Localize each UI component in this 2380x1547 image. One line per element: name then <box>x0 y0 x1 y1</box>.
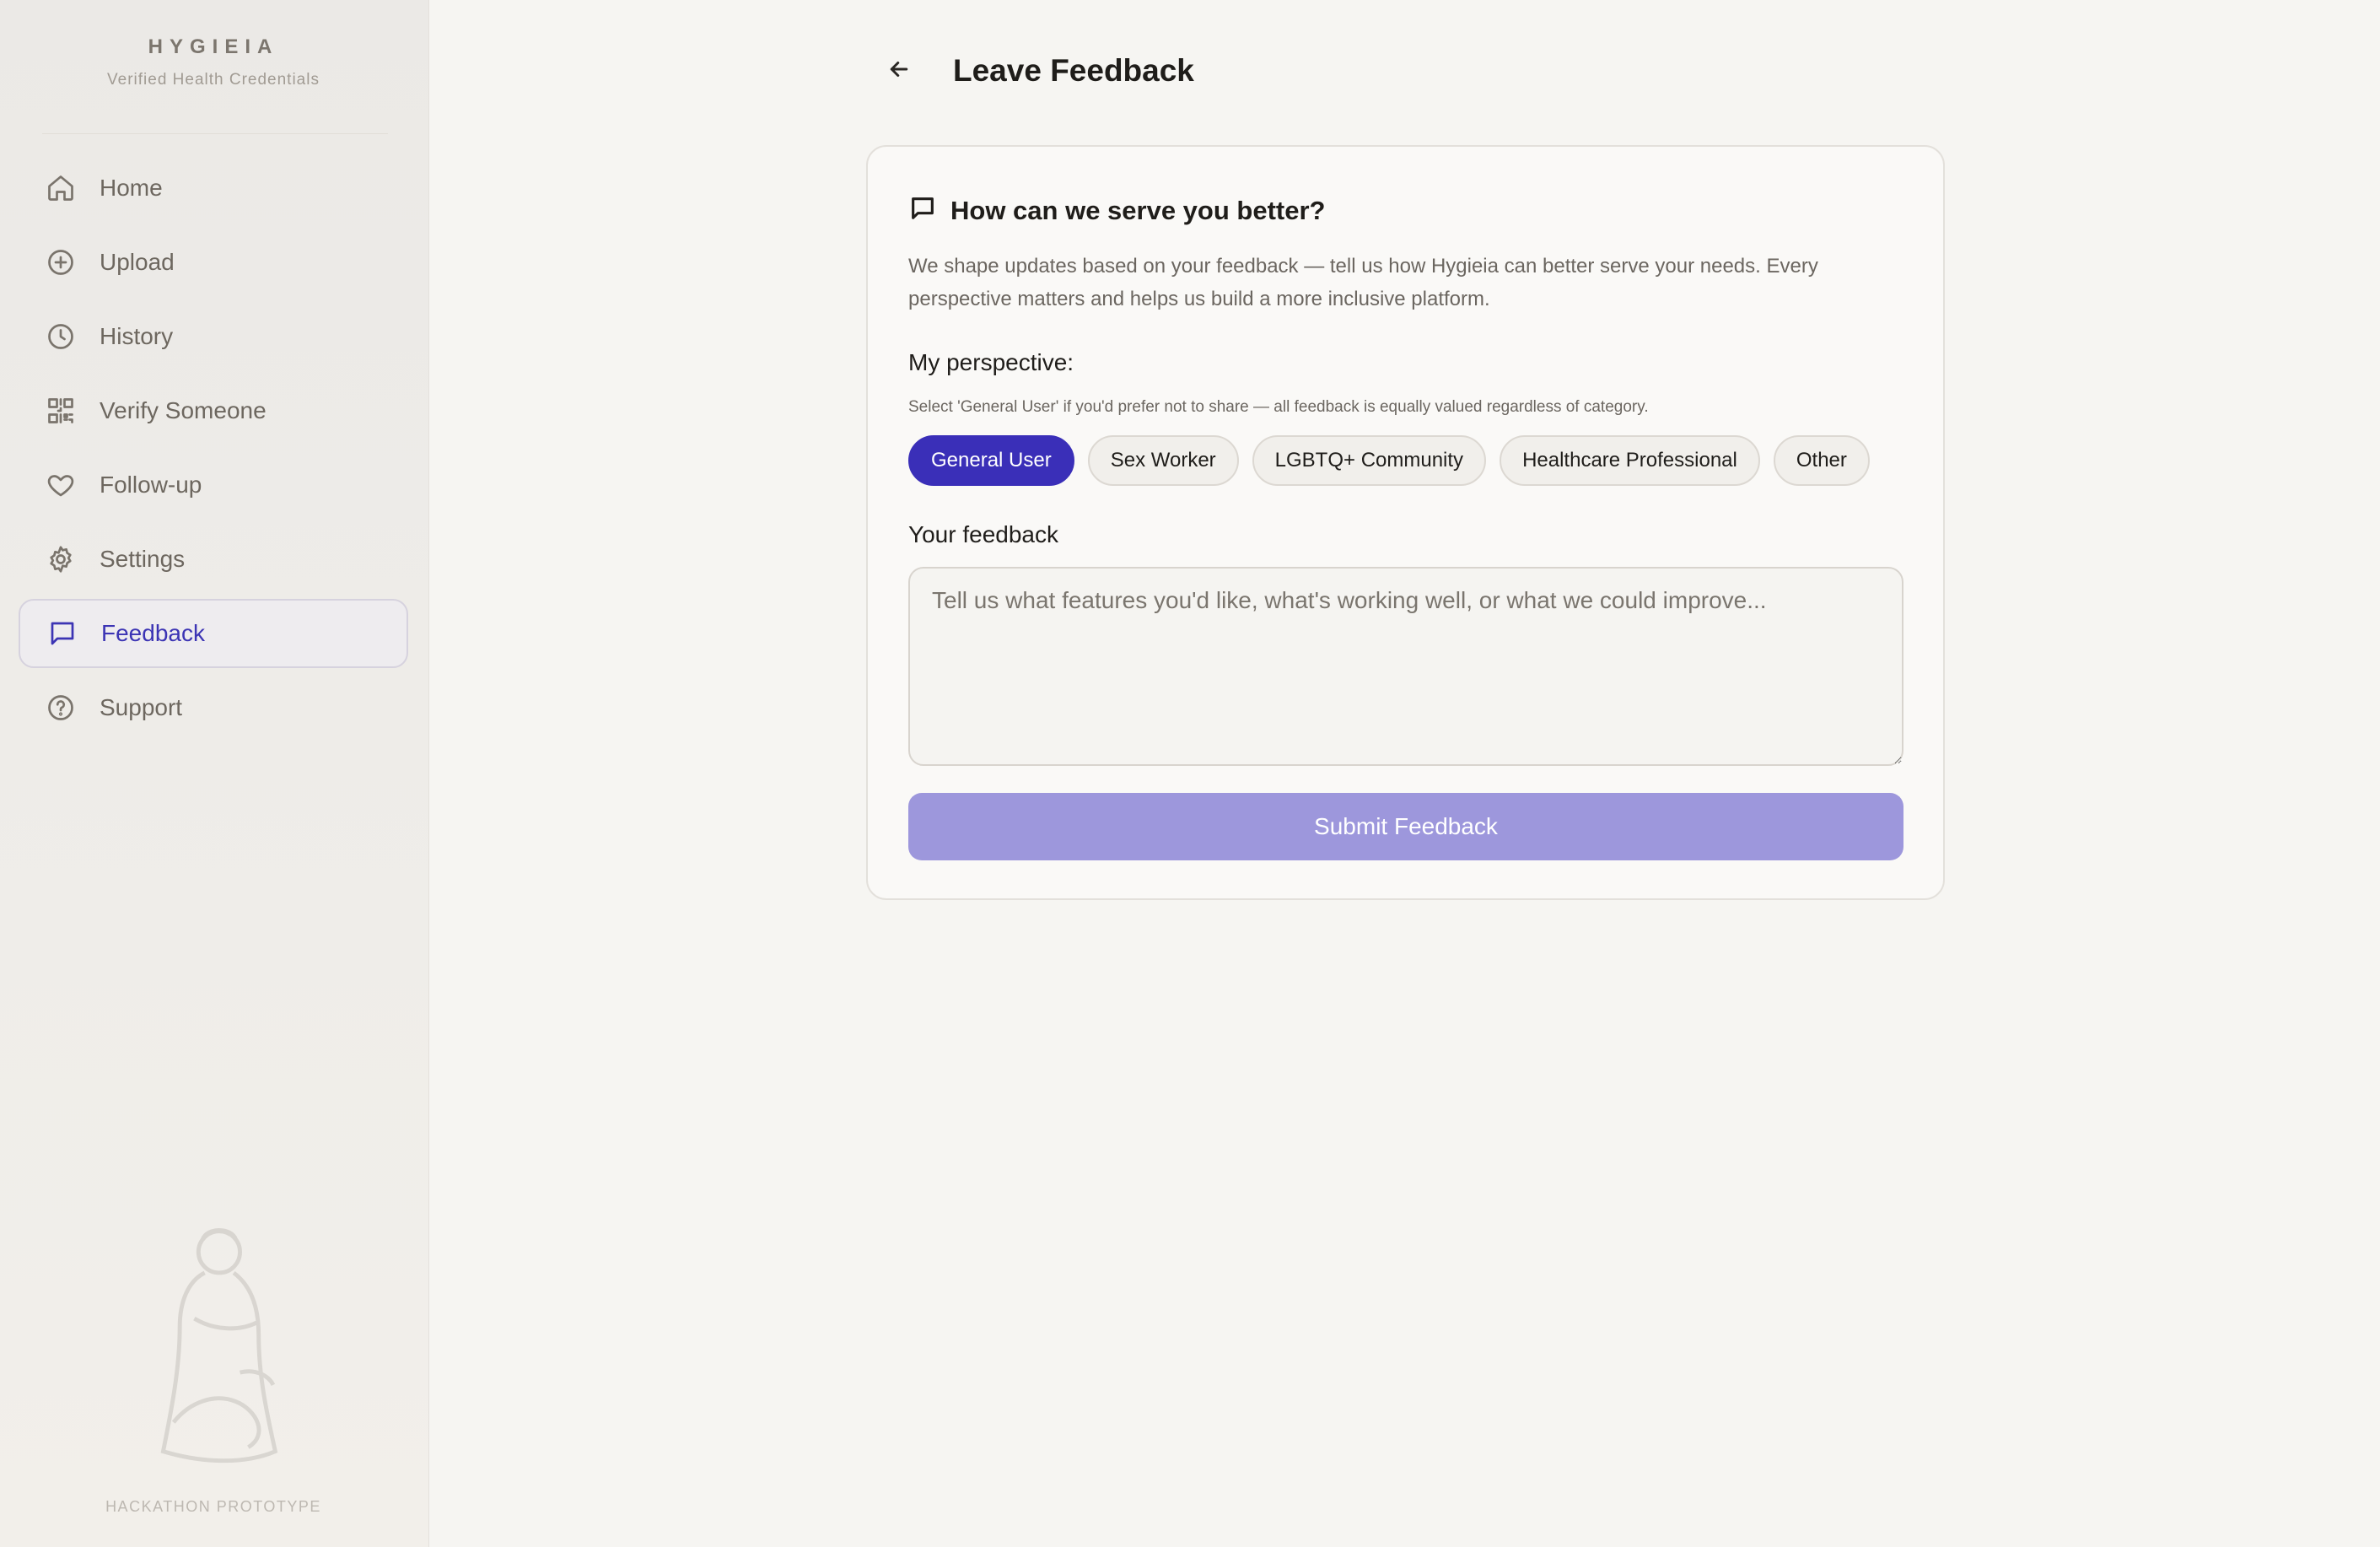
sidebar-item-settings[interactable]: Settings <box>19 525 408 594</box>
heart-icon <box>46 470 76 500</box>
message-square-icon <box>908 194 937 227</box>
perspective-option-other[interactable]: Other <box>1773 435 1870 486</box>
sidebar-item-label: Support <box>100 694 183 720</box>
sidebar-item-verify-someone[interactable]: Verify Someone <box>19 376 408 445</box>
perspective-hint: Select 'General User' if you'd prefer no… <box>908 398 1649 416</box>
sidebar-nav: Home Upload History Verify Someone Follo… <box>19 154 408 747</box>
sidebar-item-support[interactable]: Support <box>19 673 408 742</box>
sidebar-item-label: Settings <box>100 546 186 572</box>
page-header: Leave Feedback <box>877 42 1194 100</box>
sidebar-item-label: Feedback <box>101 620 205 646</box>
sidebar-item-label: Home <box>100 175 163 201</box>
perspective-options: General User Sex Worker LGBTQ+ Community… <box>908 435 1883 486</box>
back-button[interactable] <box>877 49 921 93</box>
feedback-label: Your feedback <box>908 521 1058 547</box>
help-circle-icon <box>46 693 76 723</box>
brand-divider <box>42 133 388 134</box>
feedback-card: How can we serve you better? We shape up… <box>866 145 1945 900</box>
sidebar-item-follow-up[interactable]: Follow-up <box>19 450 408 520</box>
plus-circle-icon <box>46 247 76 278</box>
brand: HYGIEIA Verified Health Credentials <box>0 35 427 89</box>
perspective-option-general-user[interactable]: General User <box>908 435 1074 486</box>
sidebar-item-label: History <box>100 323 174 349</box>
perspective-option-healthcare-professional[interactable]: Healthcare Professional <box>1500 435 1760 486</box>
perspective-label: My perspective: <box>908 349 1074 375</box>
brand-tagline: Verified Health Credentials <box>107 71 320 89</box>
perspective-option-sex-worker[interactable]: Sex Worker <box>1087 435 1239 486</box>
clock-icon <box>46 321 76 352</box>
hygieia-statue-illustration <box>110 1215 320 1485</box>
arrow-left-icon <box>886 57 912 86</box>
sidebar-item-history[interactable]: History <box>19 302 408 371</box>
sidebar-item-home[interactable]: Home <box>19 154 408 223</box>
message-square-icon <box>47 618 78 649</box>
sidebar-item-label: Verify Someone <box>100 397 267 423</box>
card-title: How can we serve you better? <box>950 195 1326 225</box>
sidebar-item-label: Upload <box>100 249 175 275</box>
gear-icon <box>46 544 76 574</box>
sidebar-item-upload[interactable]: Upload <box>19 228 408 297</box>
prototype-note: HACKATHON PROTOTYPE <box>105 1498 321 1515</box>
sidebar: HYGIEIA Verified Health Credentials Home… <box>0 0 429 1547</box>
submit-feedback-button[interactable]: Submit Feedback <box>908 793 1903 860</box>
brand-name: HYGIEIA <box>148 35 279 58</box>
perspective-option-lgbtq-community[interactable]: LGBTQ+ Community <box>1252 435 1487 486</box>
feedback-textarea[interactable] <box>908 567 1903 766</box>
card-description: We shape updates based on your feedback … <box>908 255 1818 310</box>
sidebar-item-label: Follow-up <box>100 472 202 498</box>
sidebar-item-feedback[interactable]: Feedback <box>19 599 408 668</box>
home-icon <box>46 173 76 203</box>
card-heading: How can we serve you better? <box>908 194 1325 227</box>
page-title: Leave Feedback <box>953 53 1194 88</box>
qr-code-icon <box>46 396 76 426</box>
